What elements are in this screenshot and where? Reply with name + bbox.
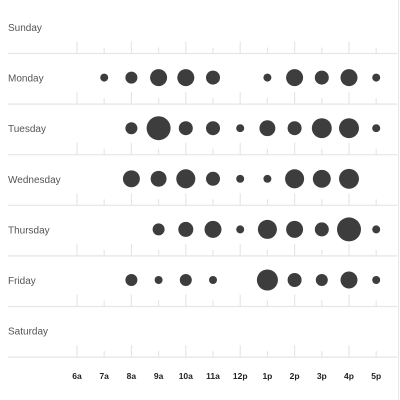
punch-dot-thursday-12p [236,225,245,234]
punch-dot-monday-7a [100,73,109,82]
punch-dot-monday-9a [150,69,168,87]
punch-dot-thursday-5p [372,225,381,234]
punch-dot-wednesday-2p [285,169,305,189]
hour-label: 11a [206,371,220,381]
punch-dot-tuesday-10a [178,121,193,136]
punch-card-chart: Sunday Monday Tuesday Wednesday Thursday Frid… [8,0,399,400]
punch-dot-monday-4p [340,69,358,87]
hour-label: 4p [344,371,354,381]
punch-dot-friday-8a [125,274,138,286]
punch-dot-wednesday-8a [122,170,140,188]
day-label: Friday [8,276,36,287]
hour-label: 9a [154,371,164,381]
punch-dot-friday-4p [340,271,358,289]
day-label: Tuesday [8,124,46,135]
punch-dot-tuesday-5p [372,124,381,133]
hour-label: 7a [99,371,109,381]
punch-dot-monday-10a [177,69,195,87]
day-label: Saturday [8,327,48,338]
punch-dot-thursday-1p [257,219,277,239]
hour-label: 10a [179,371,193,381]
punch-dot-friday-11a [209,276,217,284]
punch-dot-wednesday-12p [236,174,245,183]
punch-dot-tuesday-8a [125,122,138,135]
punch-dot-tuesday-3p [311,118,332,139]
punch-dot-friday-2p [287,273,302,287]
day-row-sunday: Sunday [8,23,397,55]
punch-dot-friday-1p [256,269,278,291]
hour-label: 6a [72,371,82,381]
punch-dot-monday-3p [314,70,329,85]
punch-dot-wednesday-4p [339,168,359,189]
punch-dot-wednesday-9a [150,170,167,187]
punch-dot-monday-8a [125,71,138,84]
punch-dot-wednesday-10a [176,169,196,189]
day-row-monday: Monday [8,69,397,105]
punch-dot-thursday-10a [178,221,194,237]
punch-dot-thursday-2p [286,220,304,238]
punch-dot-thursday-3p [314,222,329,237]
day-row-saturday: Saturday [8,327,397,358]
punch-dot-monday-5p [372,73,381,82]
day-row-tuesday: Tuesday [8,116,397,156]
punch-dot-tuesday-11a [206,121,220,136]
punch-dot-wednesday-3p [312,169,331,188]
hour-label: 1p [262,371,272,381]
day-row-thursday: Thursday [8,217,397,257]
punch-dot-tuesday-2p [287,121,302,136]
punch-dot-monday-11a [206,70,220,85]
day-row-wednesday: Wednesday [8,168,397,206]
punch-dot-wednesday-11a [206,171,220,186]
punch-dot-tuesday-1p [259,120,276,137]
day-label: Sunday [8,23,42,34]
punch-dot-thursday-9a [152,223,165,236]
day-row-friday: Friday [8,269,397,308]
hour-label: 8a [127,371,137,381]
punch-dot-monday-1p [263,73,272,82]
punch-dot-tuesday-9a [146,116,171,141]
day-label: Monday [8,74,44,85]
hour-label: 12p [233,371,248,381]
day-label: Thursday [8,225,50,236]
punch-dot-tuesday-4p [339,118,359,139]
hour-label: 2p [290,371,300,381]
punch-dot-wednesday-1p [263,174,272,183]
punch-dot-friday-9a [154,276,163,284]
punch-dot-monday-2p [286,69,304,87]
day-label: Wednesday [8,175,61,186]
punch-dot-tuesday-12p [236,124,245,133]
punch-dot-friday-5p [372,276,381,284]
hour-label: 5p [371,371,381,381]
punch-dot-thursday-11a [204,220,222,238]
punch-dot-thursday-4p [337,217,361,242]
punch-dot-friday-10a [179,274,192,286]
hour-label: 3p [317,371,327,381]
punch-dot-friday-3p [315,274,328,286]
